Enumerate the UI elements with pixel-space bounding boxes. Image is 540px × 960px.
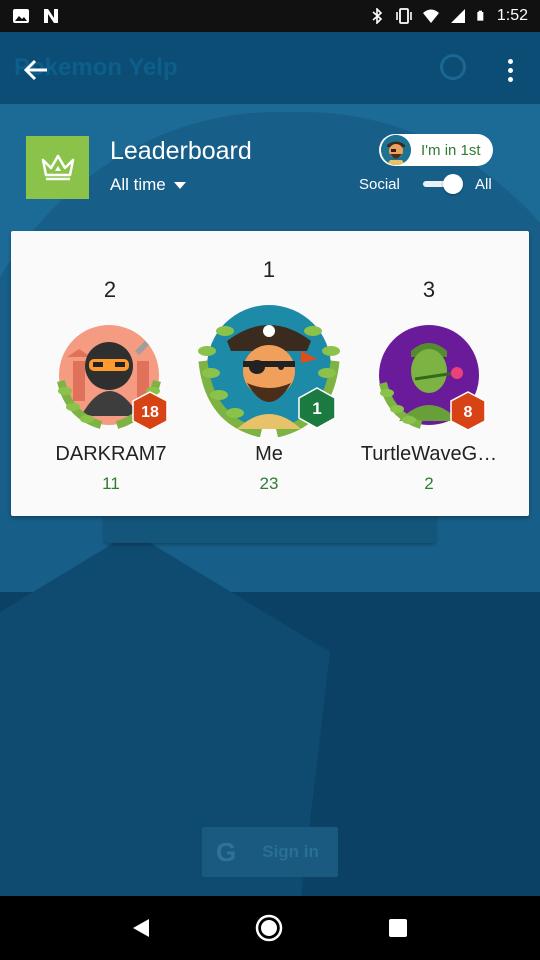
back-button[interactable] [16, 50, 56, 90]
rank-number: 3 [422, 277, 436, 302]
pirate-avatar-icon [381, 135, 411, 165]
level-badge: 8 [449, 391, 487, 436]
nav-recents-icon[interactable] [387, 917, 409, 939]
system-navigation-bar [0, 896, 540, 960]
background-sign-in-label: Sign in [262, 842, 319, 861]
svg-text:18: 18 [141, 404, 159, 421]
dropdown-arrow-icon [173, 181, 186, 189]
player-name: Me [255, 443, 283, 465]
leaderboard-podium: 2 18 DARKRAM7 11 1 1 Me 23 3 8 TurtleWav… [11, 231, 529, 516]
vibrate-icon [396, 8, 412, 24]
arrow-back-icon [23, 59, 47, 81]
nav-back-icon[interactable] [131, 917, 151, 939]
player-name: TurtleWaveG… [360, 443, 498, 465]
player-score: 2 [424, 474, 434, 493]
signal-icon [450, 9, 465, 23]
n-notification-icon [44, 9, 58, 23]
player-score: 23 [259, 474, 279, 493]
background-sign-in-button: G Sign in [202, 827, 338, 877]
toggle-thumb [443, 174, 463, 194]
level-badge: 1 [297, 387, 337, 434]
clock: 1:52 [496, 7, 528, 24]
svg-text:1: 1 [312, 399, 321, 418]
social-all-toggle[interactable] [421, 174, 465, 194]
rank-number: 2 [103, 277, 117, 302]
background-toolbar: Pokemon Yelp [0, 32, 540, 104]
nav-home-icon[interactable] [254, 913, 284, 943]
leaderboard-crown-badge [26, 136, 89, 199]
toggle-all-label: All [475, 176, 492, 193]
level-badge: 18 [131, 391, 169, 436]
image-notification-icon [13, 9, 29, 23]
overflow-menu-button[interactable] [492, 50, 528, 90]
status-bar: 1:52 [0, 0, 540, 32]
crown-icon [41, 154, 74, 180]
more-vert-icon [507, 58, 513, 64]
my-position-text: I'm in 1st [421, 141, 481, 159]
page-title: Leaderboard [110, 137, 252, 165]
svg-text:8: 8 [464, 404, 473, 421]
battery-icon [477, 10, 484, 21]
google-icon: G [216, 836, 237, 867]
time-filter-label: All time [110, 175, 166, 194]
player-score: 11 [102, 474, 120, 493]
wifi-icon [422, 9, 439, 23]
rank-number: 1 [262, 257, 276, 282]
background-search-icon [440, 54, 466, 80]
bluetooth-icon [372, 8, 383, 24]
time-filter-dropdown[interactable]: All time [110, 175, 186, 195]
toggle-social-label: Social [359, 176, 400, 193]
player-name: DARKRAM7 [55, 443, 167, 465]
my-position-chip[interactable]: I'm in 1st [379, 134, 493, 166]
